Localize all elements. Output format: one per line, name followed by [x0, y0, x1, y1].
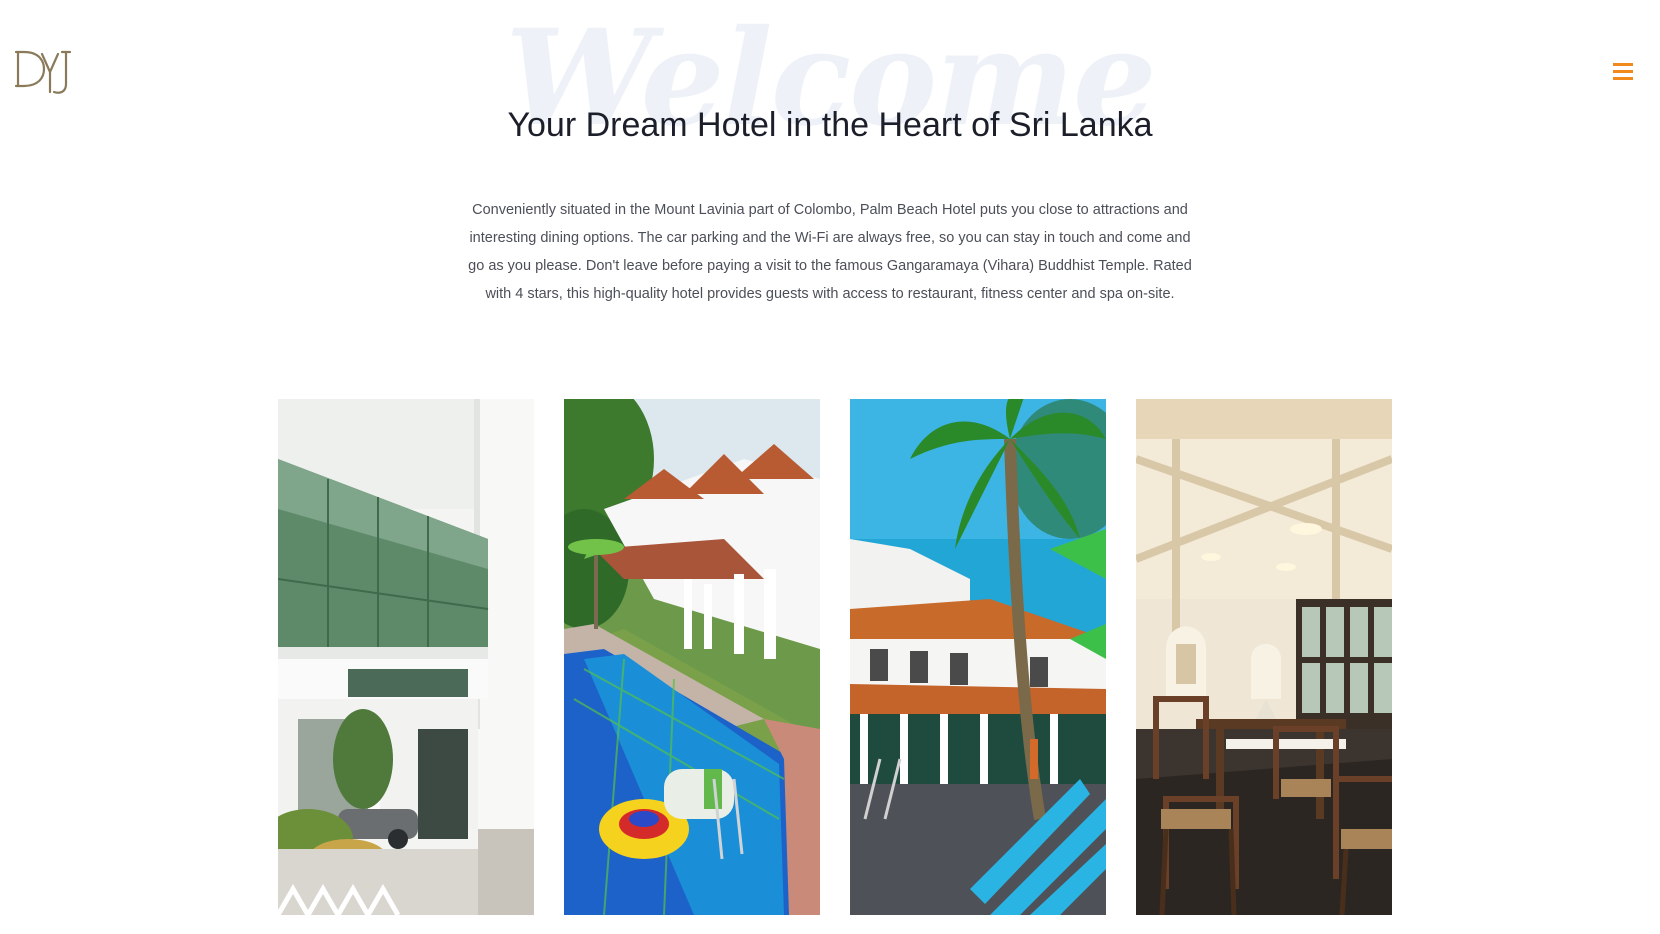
gallery-photo-pool[interactable] — [564, 399, 820, 915]
intro-paragraph: Conveniently situated in the Mount Lavin… — [468, 202, 1192, 302]
hotel-pool-image — [564, 399, 820, 915]
hotel-garden-image — [850, 399, 1106, 915]
gallery-photo-entrance[interactable] — [278, 399, 534, 915]
hotel-restaurant-image — [1136, 399, 1392, 915]
gallery-photo-garden[interactable] — [850, 399, 1106, 915]
page: Welcome Your Dream Hotel in the Heart of… — [0, 0, 1660, 934]
gallery-photo-restaurant[interactable] — [1136, 399, 1392, 915]
page-title: Your Dream Hotel in the Heart of Sri Lan… — [507, 106, 1153, 144]
hotel-entrance-image — [278, 399, 534, 915]
